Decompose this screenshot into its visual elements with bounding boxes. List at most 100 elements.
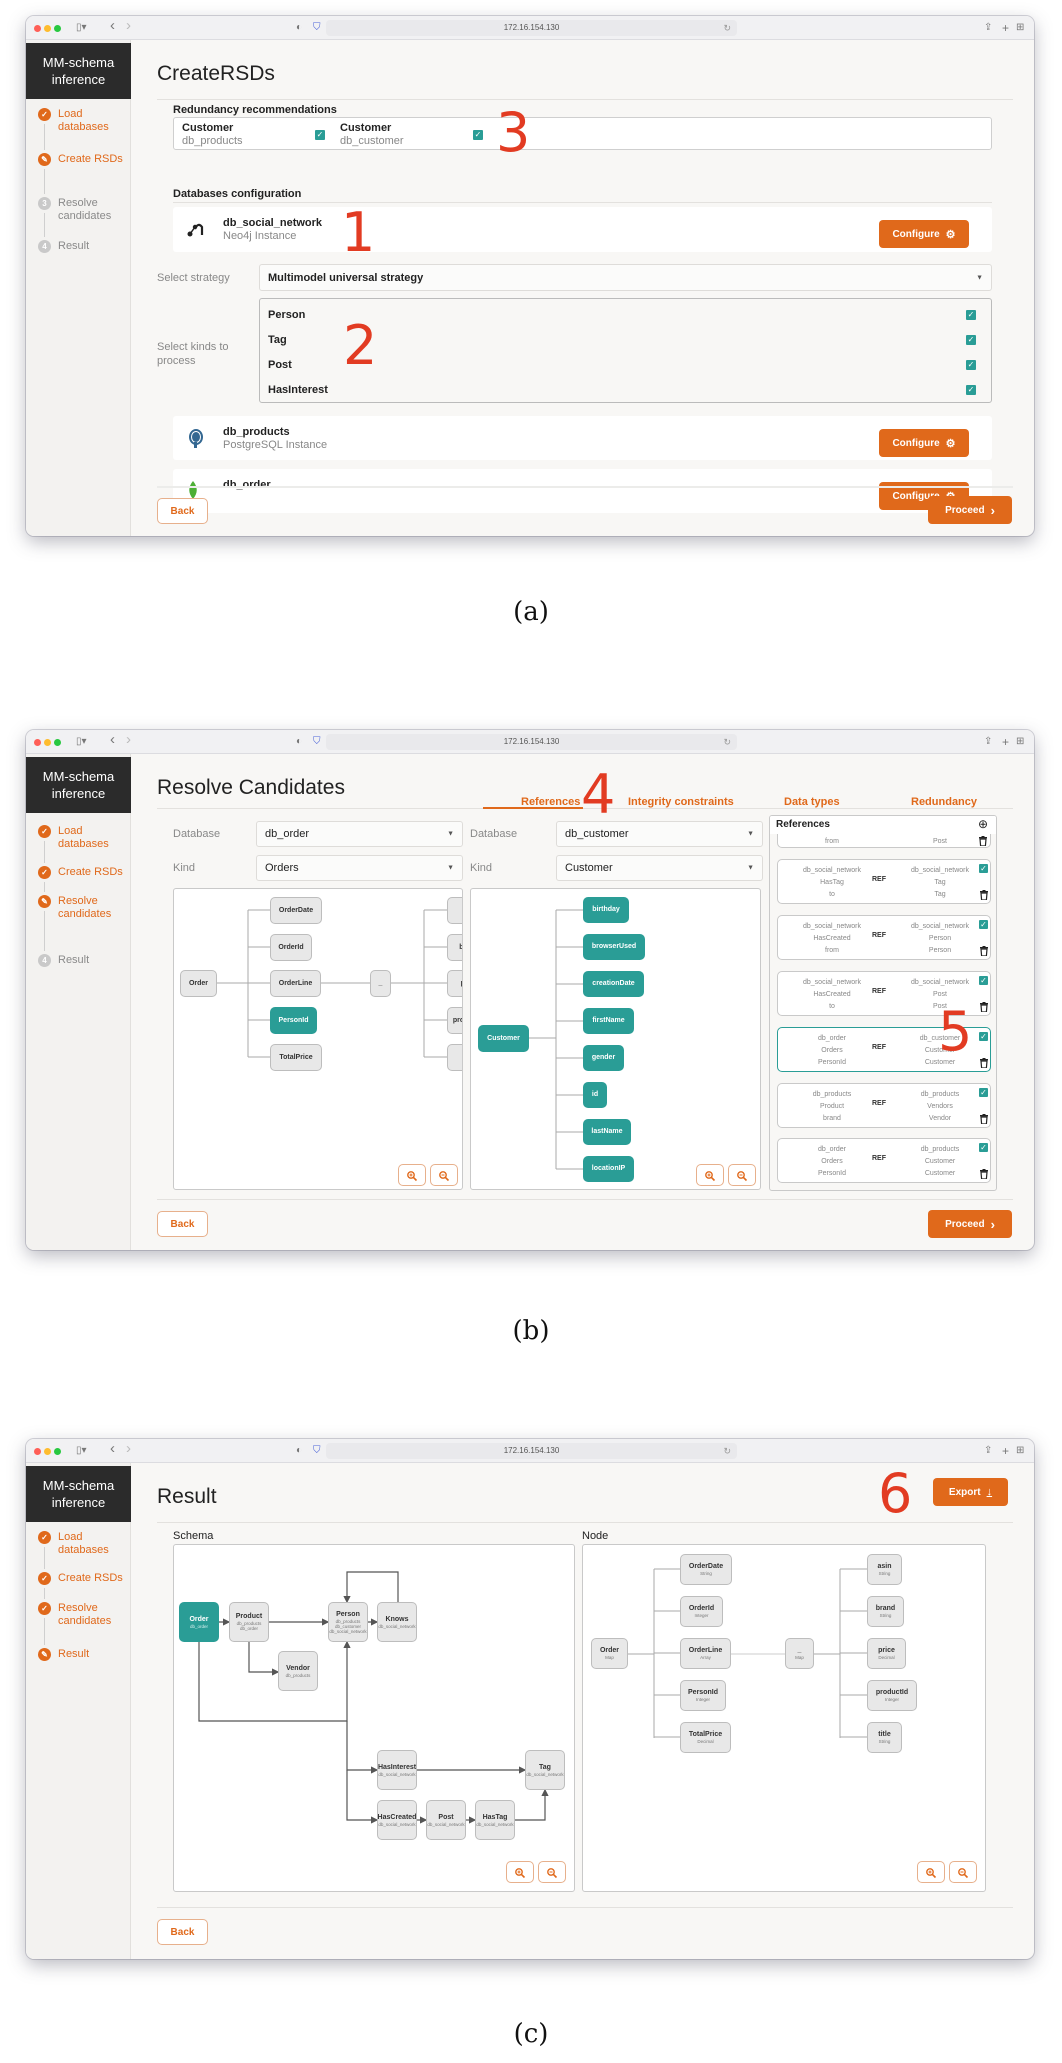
zoom-in-button[interactable]	[398, 1164, 426, 1186]
minimize-window-button[interactable]	[44, 1448, 51, 1455]
step-resolve-candidates[interactable]: ✎ Resolve candidates	[38, 895, 126, 921]
step-create-rsds[interactable]: ✓ Create RSDs	[38, 866, 126, 879]
configure-button[interactable]: Configure ⚙	[879, 429, 969, 457]
tab-overview-icon[interactable]: ⊞	[1016, 20, 1024, 36]
graph-node[interactable]: lastName	[583, 1119, 631, 1145]
graph-node[interactable]: title String	[867, 1722, 902, 1753]
sidebar-toggle-icon[interactable]: ▯▾	[76, 20, 87, 36]
zoom-window-button[interactable]	[54, 1448, 61, 1455]
checkbox[interactable]: ✓	[966, 360, 976, 370]
step-result[interactable]: 4 Result	[38, 240, 126, 253]
reference-card[interactable]: db_social_network HasTag to REF db_social_ne…	[777, 859, 991, 904]
graph-node[interactable]: PersonId Integer	[680, 1680, 726, 1711]
graph-node[interactable]: TotalPrice	[270, 1044, 322, 1071]
graph-node[interactable]: asin	[447, 897, 462, 924]
graph-node[interactable]: price Decimal	[867, 1638, 906, 1669]
forward-nav-icon[interactable]: ›	[126, 732, 131, 748]
trash-icon[interactable]	[980, 1058, 988, 1070]
tab-overview-icon[interactable]: ⊞	[1016, 734, 1024, 750]
address-bar[interactable]: 172.16.154.130 ↻	[326, 1443, 737, 1459]
graph-node[interactable]: Post db_social_network	[426, 1800, 466, 1840]
graph-node[interactable]: OrderId	[270, 934, 312, 961]
step-create-rsds[interactable]: ✎ Create RSDs	[38, 153, 126, 166]
graph-node[interactable]: OrderDate String	[680, 1554, 732, 1585]
graph-node[interactable]: productId Integer	[867, 1680, 917, 1711]
zoom-in-button[interactable]	[506, 1861, 534, 1883]
graph-node[interactable]: PersonId	[270, 1007, 317, 1034]
graph-node[interactable]: Order db_order	[179, 1602, 219, 1642]
step-resolve-candidates[interactable]: 3 Resolve candidates	[38, 197, 126, 223]
graph-node[interactable]: Order	[180, 970, 217, 997]
close-window-button[interactable]	[34, 739, 41, 746]
step-create-rsds[interactable]: ✓ Create RSDs	[38, 1572, 126, 1585]
graph-node[interactable]: OrderLine	[270, 970, 321, 997]
reference-card[interactable]: db_social_network HasCreated from REF db_soc…	[777, 915, 991, 960]
step-resolve-candidates[interactable]: ✓ Resolve candidates	[38, 1602, 126, 1628]
zoom-out-button[interactable]	[538, 1861, 566, 1883]
zoom-in-button[interactable]	[696, 1164, 724, 1186]
graph-node[interactable]: browserUsed	[583, 934, 645, 960]
share-icon[interactable]: ⇪	[984, 734, 992, 750]
graph-node[interactable]: title	[447, 1044, 462, 1071]
new-tab-icon[interactable]: +	[1002, 1443, 1009, 1459]
trash-icon[interactable]	[979, 836, 987, 848]
close-window-button[interactable]	[34, 25, 41, 32]
forward-nav-icon[interactable]: ›	[126, 18, 131, 34]
trash-icon[interactable]	[980, 1002, 988, 1014]
graph-node[interactable]: id	[583, 1082, 607, 1108]
add-reference-icon[interactable]: ⊕	[978, 817, 988, 831]
close-window-button[interactable]	[34, 1448, 41, 1455]
left-kind-select[interactable]: Orders ▼	[256, 855, 463, 881]
checkbox[interactable]: ✓	[966, 385, 976, 395]
reference-card[interactable]: db_products Product brand REF db_products Ven…	[777, 1083, 991, 1128]
reload-icon[interactable]: ↻	[723, 734, 731, 750]
address-bar[interactable]: 172.16.154.130 ↻	[326, 20, 737, 36]
graph-node[interactable]: asin String	[867, 1554, 902, 1585]
graph-node[interactable]: OrderDate	[270, 897, 322, 924]
graph-node[interactable]: Product db_products db_order	[229, 1602, 269, 1642]
graph-node[interactable]: brand String	[867, 1596, 904, 1627]
back-nav-icon[interactable]: ‹	[110, 732, 115, 748]
minimize-window-button[interactable]	[44, 25, 51, 32]
checkbox[interactable]: ✓	[315, 130, 325, 140]
sidebar-toggle-icon[interactable]: ▯▾	[76, 1443, 87, 1459]
checkbox[interactable]: ✓	[979, 976, 988, 985]
graph-node[interactable]: firstName	[583, 1008, 634, 1034]
back-nav-icon[interactable]: ‹	[110, 1441, 115, 1457]
graph-node[interactable]: productId	[447, 1007, 462, 1034]
checkbox[interactable]: ✓	[473, 130, 483, 140]
proceed-button[interactable]: Proceed ›	[928, 496, 1012, 524]
checkbox[interactable]: ✓	[979, 1143, 988, 1152]
checkbox[interactable]: ✓	[979, 1032, 988, 1041]
graph-node[interactable]: Vendor db_products	[278, 1651, 318, 1691]
step-load-databases[interactable]: ✓ Load databases	[38, 1531, 126, 1557]
checkbox[interactable]: ✓	[979, 1088, 988, 1097]
graph-node[interactable]: Customer	[478, 1025, 529, 1052]
minimize-window-button[interactable]	[44, 739, 51, 746]
back-button[interactable]: Back	[157, 1919, 208, 1945]
back-button[interactable]: Back	[157, 498, 208, 524]
graph-node[interactable]: TotalPrice Decimal	[680, 1722, 731, 1753]
right-kind-select[interactable]: Customer ▼	[556, 855, 763, 881]
new-tab-icon[interactable]: +	[1002, 734, 1009, 750]
checkbox[interactable]: ✓	[966, 335, 976, 345]
forward-nav-icon[interactable]: ›	[126, 1441, 131, 1457]
export-button[interactable]: Export ↓	[933, 1478, 1008, 1506]
step-result[interactable]: 4 Result	[38, 954, 126, 967]
zoom-out-button[interactable]	[728, 1164, 756, 1186]
graph-node[interactable]: Tag db_social_network	[525, 1750, 565, 1790]
graph-node[interactable]: HasInterest db_social_network	[377, 1750, 417, 1790]
back-button[interactable]: Back	[157, 1211, 208, 1237]
tab-redundancy[interactable]: Redundancy	[911, 796, 977, 808]
graph-node[interactable]: OrderId Integer	[680, 1596, 723, 1627]
zoom-out-button[interactable]	[949, 1861, 977, 1883]
graph-node[interactable]: price	[447, 970, 462, 997]
graph-node[interactable]: birthday	[583, 897, 629, 923]
graph-node[interactable]: HasTag db_social_network	[475, 1800, 515, 1840]
share-icon[interactable]: ⇪	[984, 20, 992, 36]
configure-button[interactable]: Configure ⚙	[879, 220, 969, 248]
reload-icon[interactable]: ↻	[723, 20, 731, 36]
trash-icon[interactable]	[980, 1114, 988, 1126]
graph-node[interactable]: HasCreated db_social_network	[377, 1800, 417, 1840]
tab-data-types[interactable]: Data types	[784, 796, 840, 808]
